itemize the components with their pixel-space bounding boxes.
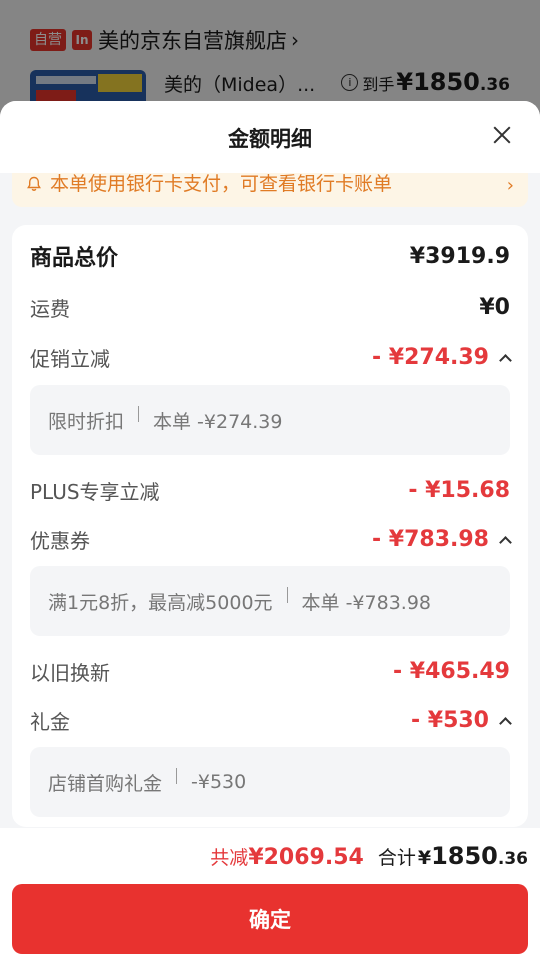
row-label: 优惠券 xyxy=(30,528,90,553)
total-currency: ¥ xyxy=(417,847,432,869)
row-value: - ¥274.39 xyxy=(372,344,489,370)
row-label: 运费 xyxy=(30,296,70,321)
close-icon[interactable] xyxy=(490,123,514,147)
sheet-header: 金额明细 xyxy=(0,101,540,173)
reduce-value: ¥2069.54 xyxy=(248,845,364,870)
sheet-title: 金额明细 xyxy=(228,127,312,151)
detail-desc: -¥530 xyxy=(191,771,247,793)
row-value-wrap: - ¥530 xyxy=(410,707,512,733)
divider xyxy=(176,768,178,784)
row-value: - ¥530 xyxy=(410,707,489,733)
row-promo[interactable]: 促销立减 - ¥274.39 xyxy=(30,342,512,372)
total-label: 合计 xyxy=(377,847,416,869)
reduce-label: 共减 xyxy=(210,847,249,869)
detail-name: 店铺首购礼金 xyxy=(48,772,163,795)
promo-detail: 限时折扣 本单 -¥274.39 xyxy=(30,385,510,455)
row-value: ¥3919.9 xyxy=(409,243,510,269)
divider xyxy=(286,587,288,603)
row-shipping: 运费 ¥0 xyxy=(30,292,510,322)
row-value: - ¥465.49 xyxy=(393,658,510,684)
divider xyxy=(138,406,140,422)
row-label: 礼金 xyxy=(30,709,70,734)
row-value: - ¥783.98 xyxy=(372,526,489,552)
row-label: 商品总价 xyxy=(30,246,119,271)
detail-name: 限时折扣 xyxy=(48,410,125,433)
total-main: 1850 xyxy=(431,842,498,870)
chevron-up-icon[interactable] xyxy=(499,353,512,367)
row-value: ¥0 xyxy=(479,294,510,320)
notice-text: 本单使用银行卡支付，可查看银行卡账单 xyxy=(50,173,393,195)
row-tradein: 以旧换新 - ¥465.49 xyxy=(30,656,510,686)
row-plus: PLUS专享立减 - ¥15.68 xyxy=(30,475,510,505)
chevron-up-icon[interactable] xyxy=(499,716,512,730)
summary-row: 共减 ¥2069.54 合计 ¥ 1850 .36 xyxy=(210,842,528,870)
row-label: 以旧换新 xyxy=(30,660,110,685)
footer-bar: 共减 ¥2069.54 合计 ¥ 1850 .36 确定 xyxy=(0,828,540,958)
bell-icon xyxy=(27,176,41,191)
row-label: PLUS专享立减 xyxy=(30,479,160,504)
confirm-button[interactable]: 确定 xyxy=(12,884,528,954)
bank-card-notice[interactable]: 本单使用银行卡支付，可查看银行卡账单 › xyxy=(12,173,528,207)
row-label: 促销立减 xyxy=(30,346,110,371)
row-value: - ¥15.68 xyxy=(408,477,510,503)
row-goods-total: 商品总价 ¥3919.9 xyxy=(30,241,510,272)
row-gift[interactable]: 礼金 - ¥530 xyxy=(30,705,512,735)
row-coupon[interactable]: 优惠券 - ¥783.98 xyxy=(30,524,512,554)
detail-desc: 本单 -¥783.98 xyxy=(301,591,431,614)
chevron-right-icon: › xyxy=(506,174,514,196)
coupon-detail: 满1元8折，最高减5000元 本单 -¥783.98 xyxy=(30,566,510,636)
detail-name: 满1元8折，最高减5000元 xyxy=(48,591,273,614)
detail-desc: 本单 -¥274.39 xyxy=(153,410,283,433)
gift-detail: 店铺首购礼金 -¥530 xyxy=(30,747,510,817)
row-value-wrap: - ¥274.39 xyxy=(372,344,512,370)
row-value-wrap: - ¥783.98 xyxy=(372,526,512,552)
chevron-up-icon[interactable] xyxy=(499,535,512,549)
total-decimal: .36 xyxy=(497,849,528,869)
amount-card: 商品总价 ¥3919.9 运费 ¥0 促销立减 - ¥274.39 限时折扣 本… xyxy=(12,225,528,827)
